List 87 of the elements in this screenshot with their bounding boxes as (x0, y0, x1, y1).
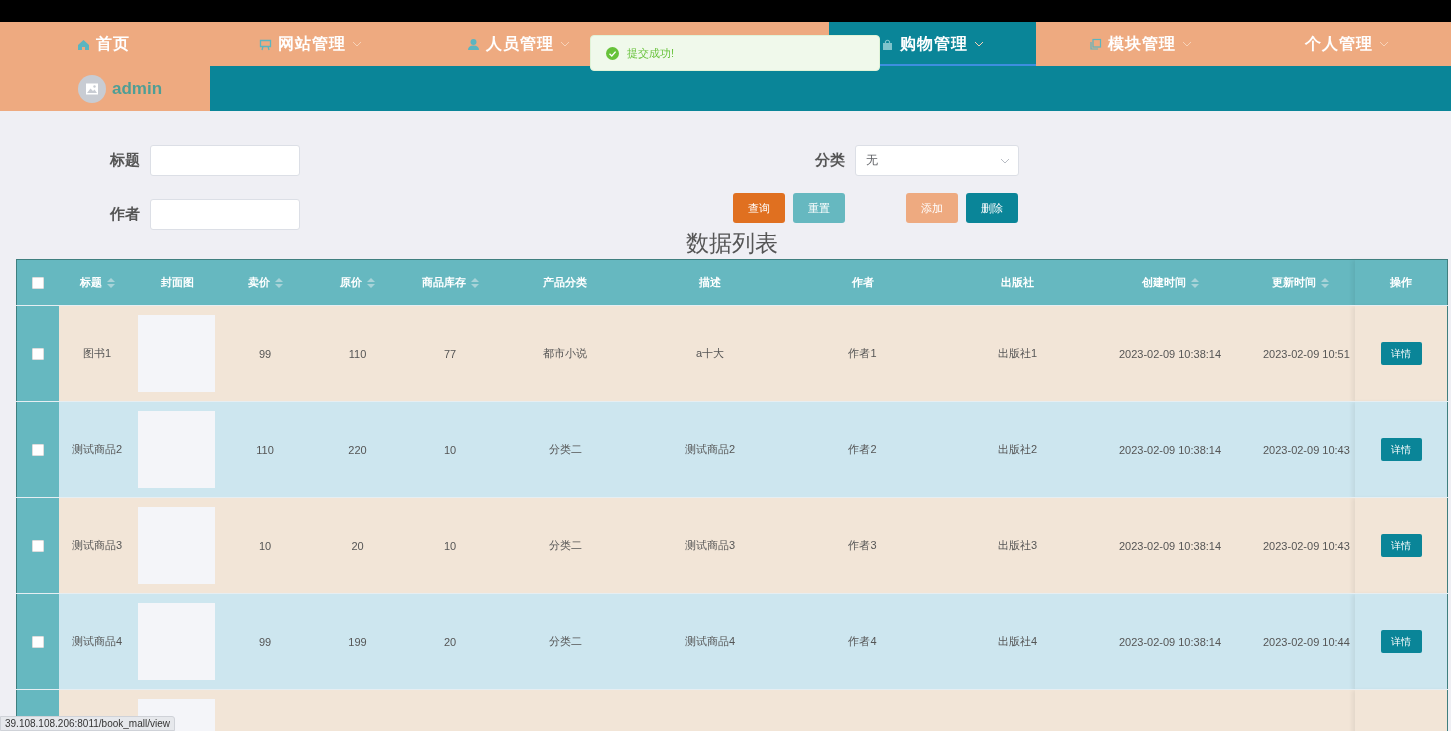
table-cell: 2023-02-09 10:38:14 (1118, 347, 1222, 360)
input-field[interactable] (150, 199, 300, 230)
checkbox[interactable] (32, 444, 44, 457)
table-cell: 分类二 (548, 443, 582, 455)
checkbox[interactable] (32, 277, 44, 290)
column-header: 商品库存 (421, 275, 466, 290)
nav-menu-item[interactable]: 网站管理 (207, 22, 415, 66)
field-label: 标题 (110, 151, 140, 170)
checkbox[interactable] (32, 540, 44, 553)
table-cell: 77 (443, 347, 457, 360)
table-cell: 作者3 (848, 539, 877, 551)
table-cell: 出版社3 (997, 539, 1038, 551)
table-cell: 测试商品2 (684, 443, 736, 455)
table-cell: 2023-02-09 10:38:14 (1118, 635, 1222, 648)
query-button[interactable]: 查询 (733, 193, 785, 223)
table-cell: 99 (258, 347, 272, 360)
table-cell: 110 (256, 443, 274, 456)
user-name: admin (112, 78, 163, 99)
table-title: 数据列表 (685, 229, 778, 257)
nav-menu-item[interactable]: 模块管理 (1036, 22, 1244, 66)
details-button[interactable]: 详情 (1380, 342, 1422, 365)
table-cell: 220 (348, 443, 367, 456)
table-cell: 作者4 (848, 635, 877, 647)
table-cell: 10 (443, 539, 457, 552)
delete-button[interactable]: 删除 (966, 193, 1018, 223)
nav-menu-item[interactable]: 首页 (0, 22, 208, 66)
table-cell: 都市小说 (543, 347, 587, 359)
checkbox[interactable] (32, 636, 44, 649)
table-cell: 2023-02-09 10:38:14 (1118, 443, 1222, 456)
table-cell: 2023-02-09 10:38:14 (1118, 539, 1222, 552)
table-cell: 测试商品4 (71, 635, 123, 647)
table-cell: 分类二 (548, 539, 582, 551)
details-button[interactable]: 详情 (1380, 438, 1422, 461)
column-header: 作者 (851, 275, 874, 290)
check-circle-icon (606, 46, 619, 60)
table-cell: 10 (443, 443, 457, 456)
chevron-icon (1000, 157, 1010, 164)
table-cell: 2023-02-09 10:43 (1263, 443, 1350, 456)
column-header: 产品分类 (543, 275, 587, 290)
table-cell: a十大 (695, 347, 725, 359)
column-header: 操作 (1390, 275, 1412, 290)
table-cell: 110 (348, 347, 367, 360)
bag-icon (881, 37, 895, 51)
details-button[interactable]: 详情 (1380, 534, 1422, 557)
column-header: 创建时间 (1141, 275, 1186, 290)
column-header: 描述 (699, 275, 721, 290)
table-cell: 测试商品3 (71, 539, 123, 551)
table-cell: 测试商品2 (71, 443, 123, 455)
table-cell: 20 (443, 635, 457, 648)
column-header: 标题 (79, 275, 102, 290)
status-url: 39.108.108.206:8011/book_mall/view (0, 716, 175, 731)
add-button[interactable]: 添加 (906, 193, 958, 223)
table-cell: 出版社4 (997, 635, 1038, 647)
table-cell: 2023-02-09 10:43 (1263, 539, 1350, 552)
avatar-icon (78, 74, 106, 103)
select-field[interactable]: 无 (855, 145, 1019, 176)
table-cell: 199 (348, 635, 367, 648)
table-cell: 20 (351, 539, 364, 552)
table-cell: 2023-02-09 10:44 (1263, 635, 1350, 648)
details-button[interactable]: 详情 (1380, 630, 1422, 653)
table-cell: 出版社2 (997, 443, 1038, 455)
table-cell: 测试商品3 (684, 539, 736, 551)
column-header: 封面图 (161, 275, 194, 290)
column-header: 原价 (340, 275, 362, 290)
easel-icon (259, 37, 273, 51)
checkbox[interactable] (32, 348, 44, 361)
field-label: 分类 (815, 151, 845, 170)
table-cell: 作者2 (848, 443, 877, 455)
field-label: 作者 (110, 205, 140, 224)
person-icon (466, 37, 480, 51)
reset-button[interactable]: 重置 (793, 193, 845, 223)
table-cell: 10 (258, 539, 272, 552)
column-header: 卖价 (247, 275, 270, 290)
table-cell: 99 (258, 635, 272, 648)
input-field[interactable] (150, 145, 300, 176)
table-cell: 分类二 (548, 635, 582, 647)
table-cell: 2023-02-09 10:51 (1263, 347, 1350, 360)
home-icon (77, 37, 91, 51)
table-cell: 图书1 (82, 347, 112, 359)
nav-menu-item[interactable]: 个人管理 (1243, 22, 1451, 66)
table-cell: 测试商品4 (684, 635, 736, 647)
copy-icon (1088, 37, 1102, 51)
column-header: 出版社 (1001, 275, 1034, 290)
column-header: 更新时间 (1271, 275, 1316, 290)
toast-message: 提交成功! (590, 35, 880, 71)
table-cell: 出版社1 (997, 347, 1038, 359)
table-cell: 作者1 (848, 347, 877, 359)
